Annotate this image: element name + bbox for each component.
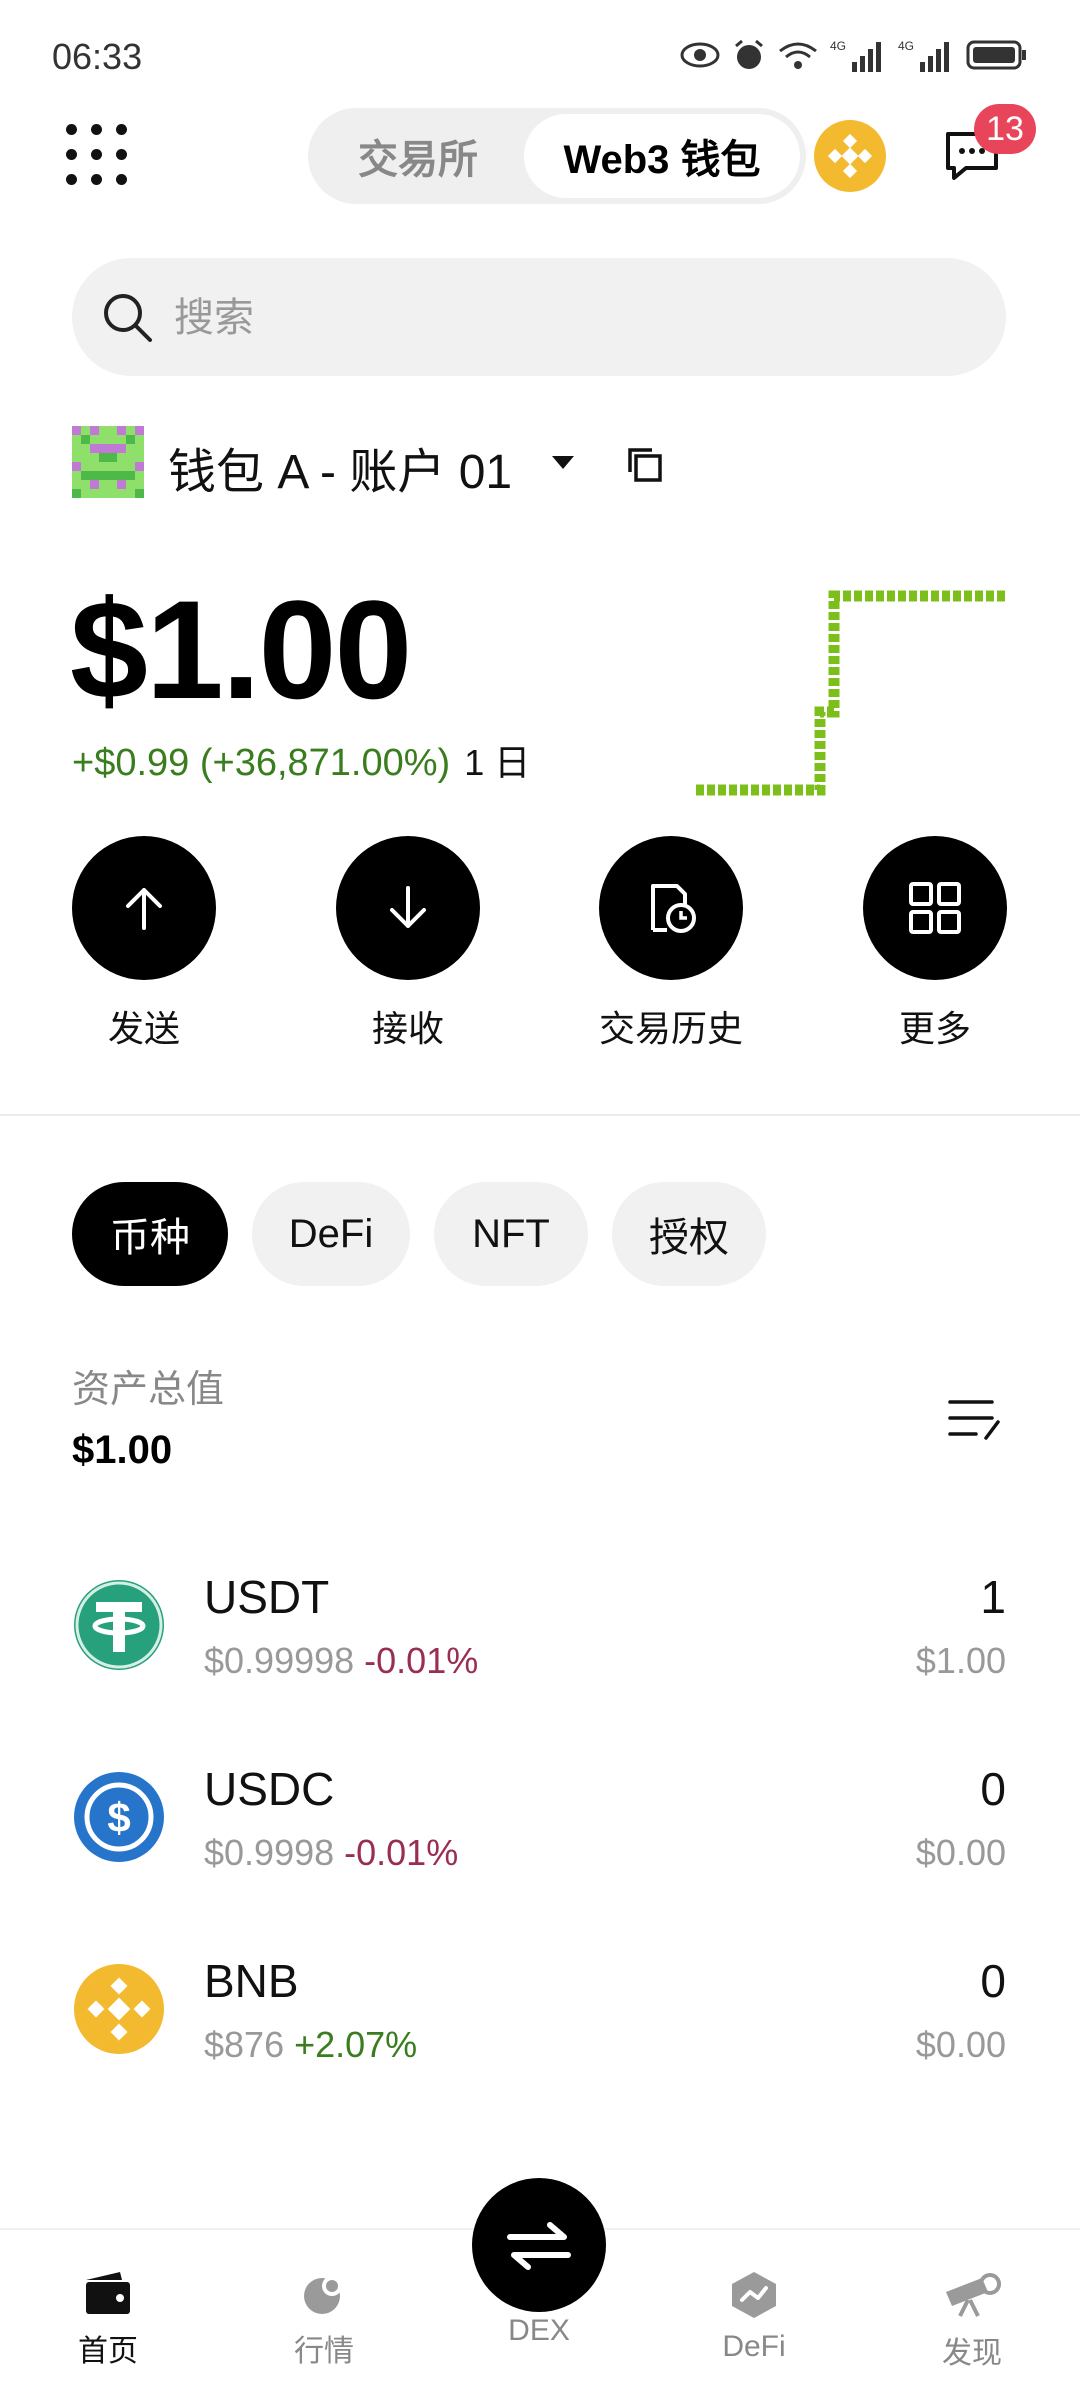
receive-circle[interactable] [336,836,480,980]
bnb-icon [74,1964,164,2054]
wallet-icon [86,2272,130,2314]
section-divider [0,1114,1080,1116]
asset-price: $876 +2.07% [204,2024,417,2066]
change-amount: +$0.99 (+36,871.00%) [72,742,451,784]
asset-value: $0.00 [915,2024,1006,2065]
asset-row-usdc[interactable]: $ USDC $0.9998 -0.01% 0 $0.00 [0,1762,1080,1922]
signal-icon: 4G [830,39,881,72]
nav-label: 行情 [294,2335,354,2368]
asset-price-value: $876 [204,2024,285,2065]
nav-label: 首页 [78,2335,138,2368]
asset-quantity: 0 [980,1763,1006,1815]
tab-exchange[interactable]: 交易所 [318,114,518,198]
nav-home[interactable]: 首页 [28,2270,188,2370]
assets-total-label: 资产总值 [72,1369,225,1411]
change-period: 1 日 [464,742,531,783]
send-label: 发送 [107,1008,180,1049]
battery-icon [966,40,1026,70]
wifi-icon [779,42,817,69]
more-button[interactable]: 更多 [835,836,1035,1052]
more-label: 更多 [898,1008,971,1049]
search-icon [104,294,152,342]
asset-quantity: 0 [980,1955,1006,2007]
wallet-avatar[interactable] [72,426,144,498]
filter-tab-defi[interactable]: DeFi [252,1182,410,1286]
usdt-icon [74,1580,164,1670]
status-icons: 4G 4G [680,38,1028,72]
tab-web3-wallet[interactable]: Web3 钱包 [524,114,800,198]
history-button[interactable]: 交易历史 [571,836,771,1052]
asset-row-bnb[interactable]: BNB $876 +2.07% 0 $0.00 [0,1954,1080,2114]
apps-menu-button[interactable] [66,124,127,185]
chevron-down-icon[interactable] [552,456,574,469]
total-balance: $1.00 [70,571,412,728]
asset-change: +2.07% [294,2024,418,2065]
asset-change: -0.01% [344,1832,459,1873]
swap-icon [507,2222,571,2270]
svg-text:$: $ [107,1794,130,1841]
filter-tab-tokens[interactable]: 币种 [72,1182,228,1286]
asset-symbol: USDT [204,1571,330,1623]
assets-total-value: $1.00 [72,1428,173,1472]
balance-change: +$0.99 (+36,871.00%) 1 日 [72,734,530,786]
nav-label: DEX [508,2314,570,2347]
asset-symbol: USDC [204,1763,335,1815]
eye-icon [680,42,720,68]
bnb-network-icon[interactable] [814,120,886,192]
nav-discover[interactable]: 发现 [892,2270,1052,2372]
search-bar [72,258,1006,378]
more-circle[interactable] [863,836,1007,980]
nav-label: 发现 [942,2337,1002,2370]
history-icon [651,884,696,933]
asset-price-value: $0.99998 [204,1640,355,1681]
asset-symbol: BNB [204,1955,299,2007]
asset-change: -0.01% [364,1640,479,1681]
asset-price: $0.9998 -0.01% [204,1832,458,1874]
svg-text:4G: 4G [830,39,846,53]
filter-tab-nft[interactable]: NFT [434,1182,588,1286]
grid-icon [909,882,961,934]
nav-label: DeFi [722,2330,786,2363]
mode-switch: 交易所 Web3 钱包 [308,108,806,204]
receive-button[interactable]: 接收 [308,836,508,1052]
market-icon [304,2276,342,2314]
history-circle[interactable] [599,836,743,980]
arrow-up-icon [126,888,162,930]
nav-market[interactable]: 行情 [244,2270,404,2370]
filter-tab-approvals[interactable]: 授权 [612,1182,766,1286]
dex-swap-button[interactable] [472,2178,606,2312]
send-circle[interactable] [72,836,216,980]
asset-quantity: 1 [980,1571,1006,1623]
receive-label: 接收 [371,1008,444,1049]
send-button[interactable]: 发送 [44,836,244,1052]
copy-icon[interactable] [624,444,664,484]
notification-badge: 13 [974,104,1036,154]
sort-icon[interactable] [946,1392,1002,1448]
asset-value: $0.00 [915,1832,1006,1873]
asset-price-value: $0.9998 [204,1832,335,1873]
alarm-icon [735,39,763,69]
arrow-down-icon [390,886,426,928]
balance-sparkline [696,590,1006,796]
search-input[interactable] [172,258,976,378]
usdc-icon: $ [74,1772,164,1862]
nav-defi[interactable]: DeFi [674,2270,834,2364]
asset-price: $0.99998 -0.01% [204,1640,478,1682]
account-name[interactable]: 钱包 A - 账户 01 [168,432,512,502]
defi-icon [732,2272,776,2318]
svg-text:4G: 4G [898,39,914,53]
telescope-icon [946,2273,1001,2317]
asset-row-usdt[interactable]: USDT $0.99998 -0.01% 1 $1.00 [0,1570,1080,1730]
status-time: 06:33 [52,36,143,77]
history-label: 交易历史 [598,1008,743,1049]
asset-value: $1.00 [915,1640,1006,1681]
signal-icon: 4G [898,39,949,72]
